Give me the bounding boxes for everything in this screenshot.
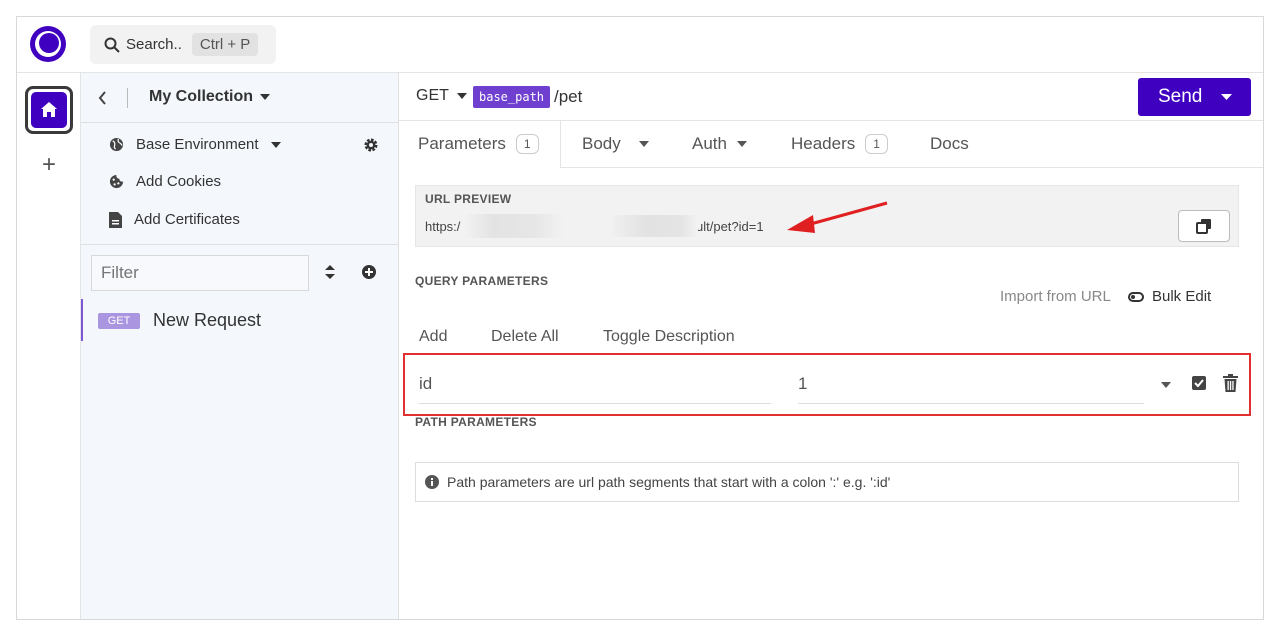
search-shortcut: Ctrl + P bbox=[191, 33, 259, 56]
caret-down-icon bbox=[736, 141, 747, 147]
tab-label: Auth bbox=[692, 134, 727, 153]
checkbox-icon[interactable] bbox=[1191, 375, 1207, 391]
home-icon bbox=[41, 102, 57, 117]
tab-bar: Parameters 1 Body Auth Headers 1 Docs bbox=[399, 121, 1263, 168]
blurred-region bbox=[612, 215, 698, 237]
query-params-title: QUERY PARAMETERS bbox=[415, 274, 549, 288]
sidebar-item-label: Add Cookies bbox=[136, 173, 222, 190]
request-list-item[interactable]: GET New Request bbox=[81, 299, 399, 341]
tab-count: 1 bbox=[865, 134, 888, 154]
send-button[interactable]: Send bbox=[1138, 78, 1251, 116]
sidebar-item-add-cookies[interactable]: Add Cookies bbox=[109, 173, 221, 190]
url-preview-start: https:/ bbox=[425, 219, 461, 234]
sidebar-item-base-environment[interactable]: Base Environment bbox=[109, 136, 281, 153]
param-name-input[interactable]: id bbox=[419, 364, 771, 404]
method-label: GET bbox=[416, 87, 449, 104]
home-button-inner bbox=[31, 92, 67, 128]
caret-down-icon[interactable] bbox=[1161, 382, 1171, 388]
base-path-tag[interactable]: base_path bbox=[473, 86, 551, 108]
bulk-edit-label: Bulk Edit bbox=[1152, 288, 1212, 305]
app-logo[interactable] bbox=[30, 26, 66, 62]
divider bbox=[127, 88, 128, 108]
bulk-edit-toggle[interactable]: Bulk Edit bbox=[1128, 288, 1211, 305]
delete-all-button[interactable]: Delete All bbox=[491, 328, 559, 346]
info-icon bbox=[425, 475, 439, 489]
search-label: Search.. bbox=[126, 36, 182, 53]
path-params-title: PATH PARAMETERS bbox=[415, 415, 537, 429]
left-nav: + bbox=[17, 73, 81, 619]
url-preview-title: URL PREVIEW bbox=[425, 192, 512, 206]
caret-down-icon bbox=[456, 93, 467, 99]
copy-icon bbox=[1196, 219, 1211, 234]
blurred-region bbox=[464, 214, 564, 238]
gear-icon[interactable] bbox=[363, 137, 379, 153]
tab-label: Docs bbox=[930, 134, 969, 153]
home-button[interactable] bbox=[25, 86, 73, 134]
sidebar-header: My Collection bbox=[81, 73, 399, 123]
caret-down-icon bbox=[270, 141, 281, 148]
tab-label: Body bbox=[582, 134, 621, 153]
caret-down-icon[interactable] bbox=[1221, 94, 1232, 100]
path-params-info-text: Path parameters are url path segments th… bbox=[447, 474, 891, 490]
top-bar: Search.. Ctrl + P bbox=[17, 17, 1263, 73]
url-path[interactable]: /pet bbox=[554, 87, 582, 107]
sidebar-item-label: Base Environment bbox=[136, 136, 259, 153]
sidebar-items: Base Environment Add Cookies Add Certifi… bbox=[81, 123, 399, 245]
sidebar-item-add-certificates[interactable]: Add Certificates bbox=[109, 211, 240, 228]
url-preview: URL PREVIEW https:/ ult/pet?id=1 bbox=[415, 185, 1239, 247]
request-name: New Request bbox=[153, 310, 262, 330]
certificate-icon bbox=[109, 211, 122, 228]
filter-input[interactable] bbox=[91, 255, 309, 291]
caret-down-icon bbox=[260, 94, 271, 100]
url-bar: GET base_path /pet Send bbox=[399, 73, 1263, 121]
add-icon[interactable]: + bbox=[37, 153, 61, 177]
tab-auth[interactable]: Auth bbox=[692, 134, 747, 154]
url-preview-end: ult/pet?id=1 bbox=[696, 219, 764, 234]
tab-body[interactable]: Body bbox=[582, 134, 649, 154]
caret-down-icon bbox=[638, 141, 649, 147]
request-pane: GET base_path /pet Send Parameters 1 Bod… bbox=[399, 73, 1263, 619]
copy-button[interactable] bbox=[1178, 210, 1230, 242]
trash-icon[interactable] bbox=[1223, 374, 1238, 392]
toggle-icon bbox=[1128, 291, 1144, 302]
add-circle-icon[interactable] bbox=[361, 264, 377, 280]
search-icon bbox=[104, 37, 120, 53]
method-select[interactable]: GET bbox=[416, 87, 467, 105]
tab-docs[interactable]: Docs bbox=[930, 134, 969, 154]
tab-headers[interactable]: Headers 1 bbox=[791, 134, 888, 154]
cookie-icon bbox=[109, 174, 124, 189]
globe-icon bbox=[109, 137, 124, 152]
toggle-description-button[interactable]: Toggle Description bbox=[603, 328, 735, 346]
sidebar-item-label: Add Certificates bbox=[134, 211, 240, 228]
add-param-button[interactable]: Add bbox=[419, 328, 447, 346]
import-from-url-link[interactable]: Import from URL bbox=[1000, 288, 1111, 305]
app-window: Search.. Ctrl + P + My Collection Base E… bbox=[16, 16, 1264, 620]
send-label: Send bbox=[1158, 86, 1203, 107]
collection-title[interactable]: My Collection bbox=[149, 88, 271, 106]
tab-label: Headers bbox=[791, 134, 856, 153]
tab-parameters[interactable]: Parameters 1 bbox=[418, 134, 539, 154]
path-params-info: Path parameters are url path segments th… bbox=[415, 462, 1239, 502]
param-value-input[interactable]: 1 bbox=[798, 364, 1144, 404]
param-row: id 1 bbox=[403, 353, 1251, 416]
back-icon[interactable] bbox=[97, 90, 107, 106]
sidebar: My Collection Base Environment Add Cooki… bbox=[81, 73, 399, 619]
method-badge: GET bbox=[98, 313, 140, 329]
tab-label: Parameters bbox=[418, 134, 506, 153]
sort-icon[interactable] bbox=[325, 265, 335, 279]
tab-count: 1 bbox=[515, 134, 539, 154]
search-box[interactable]: Search.. Ctrl + P bbox=[90, 25, 276, 64]
collection-title-text: My Collection bbox=[149, 88, 254, 105]
